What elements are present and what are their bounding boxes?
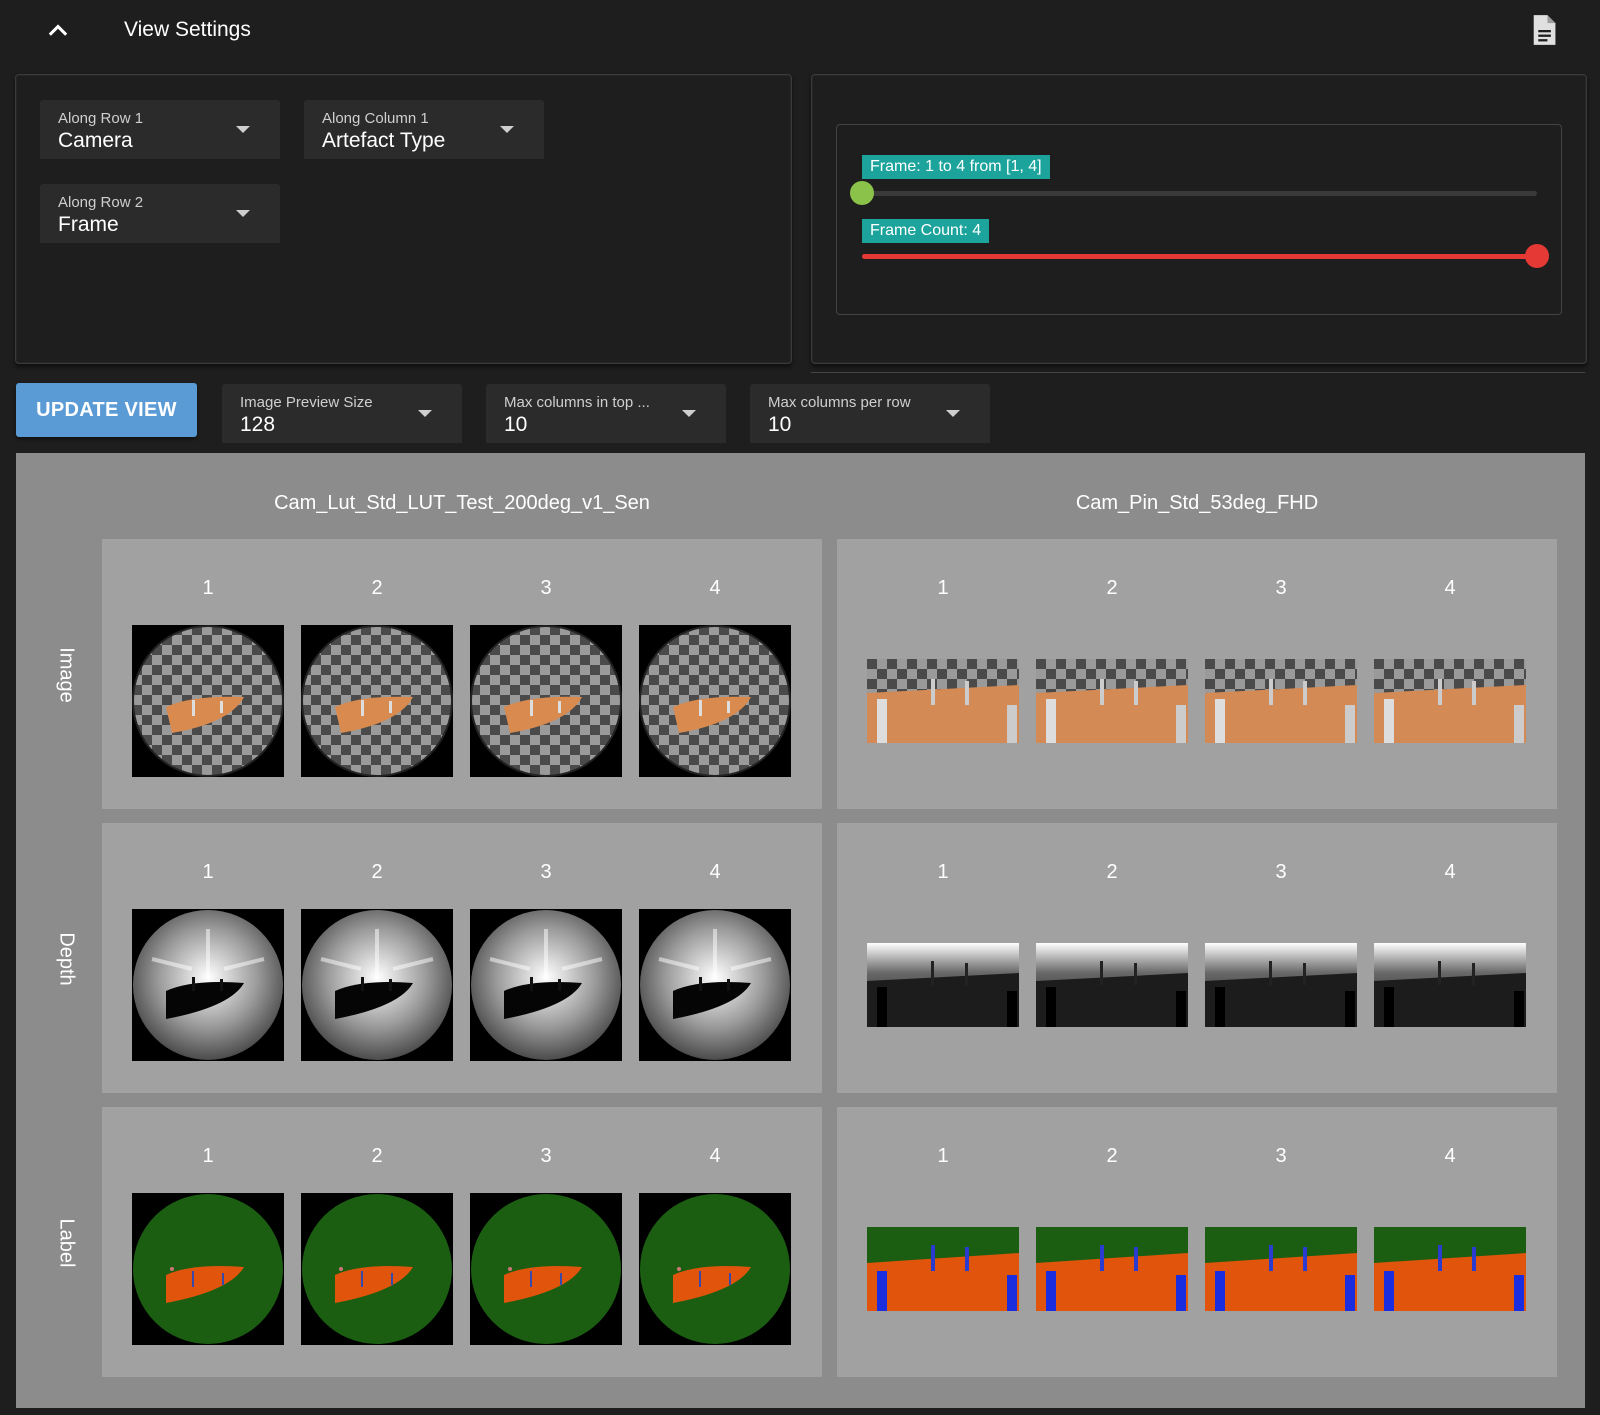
document-icon[interactable]: [1530, 14, 1558, 46]
select-label: Max columns in top ...: [504, 394, 650, 411]
frame-number: 3: [540, 861, 552, 883]
dropdown-arrow-icon: [418, 410, 432, 417]
image-thumbnail[interactable]: [639, 1193, 791, 1345]
frame-number: 3: [1275, 861, 1287, 883]
row-label: Image: [16, 539, 116, 811]
image-thumbnail[interactable]: [301, 1193, 453, 1345]
column-header: Cam_Lut_Std_LUT_Test_200deg_v1_Sen: [274, 492, 650, 514]
update-view-button[interactable]: UPDATE VIEW: [16, 383, 197, 437]
grid-cell: 1 2 3 4: [837, 1107, 1557, 1377]
frame-range-label: Frame: 1 to 4 from [1, 4]: [862, 155, 1050, 179]
frame-number: 1: [937, 861, 949, 883]
select-value: Artefact Type: [322, 129, 446, 152]
dropdown-arrow-icon: [682, 410, 696, 417]
select-label: Along Row 2: [58, 194, 144, 211]
frame-number: 3: [1275, 577, 1287, 599]
image-thumbnail[interactable]: [1205, 943, 1357, 1027]
image-thumbnail[interactable]: [470, 625, 622, 777]
max-columns-per-row-select[interactable]: Max columns per row 10: [750, 384, 990, 443]
frame-number: 4: [709, 577, 721, 599]
frame-number: 2: [1106, 577, 1118, 599]
frame-number: 2: [1106, 861, 1118, 883]
row-label-text: Image: [55, 647, 78, 703]
dropdown-arrow-icon: [236, 126, 250, 133]
frame-number: 3: [1275, 1145, 1287, 1167]
select-label: Along Row 1: [58, 110, 144, 127]
frame-number: 4: [709, 1145, 721, 1167]
page-title: View Settings: [124, 18, 251, 41]
dropdown-arrow-icon: [236, 210, 250, 217]
image-thumbnail[interactable]: [1205, 659, 1357, 743]
row-label: Depth: [16, 823, 116, 1095]
select-value: 10: [768, 413, 792, 436]
along-row-1-select[interactable]: Along Row 1 Camera: [40, 100, 280, 159]
select-label: Max columns per row: [768, 394, 911, 411]
image-thumbnail[interactable]: [639, 625, 791, 777]
image-thumbnail[interactable]: [1374, 659, 1526, 743]
along-column-1-select[interactable]: Along Column 1 Artefact Type: [304, 100, 544, 159]
image-thumbnail[interactable]: [867, 659, 1019, 743]
chevron-up-icon[interactable]: [44, 16, 72, 44]
image-thumbnail[interactable]: [1036, 659, 1188, 743]
frame-number: 3: [540, 1145, 552, 1167]
frame-number: 3: [540, 577, 552, 599]
image-thumbnail[interactable]: [1036, 943, 1188, 1027]
frame-number: 1: [202, 577, 214, 599]
image-thumbnail[interactable]: [867, 1227, 1019, 1311]
frame-number: 2: [371, 861, 383, 883]
frame-count-label: Frame Count: 4: [862, 219, 990, 243]
frame-number: 2: [371, 577, 383, 599]
image-thumbnail[interactable]: [1374, 943, 1526, 1027]
image-preview-size-select[interactable]: Image Preview Size 128: [222, 384, 462, 443]
frame-number: 1: [202, 1145, 214, 1167]
frame-number: 4: [709, 861, 721, 883]
max-columns-top-select[interactable]: Max columns in top ... 10: [486, 384, 726, 443]
column-header: Cam_Pin_Std_53deg_FHD: [1075, 492, 1319, 514]
divider: [811, 372, 1585, 373]
select-value: Camera: [58, 129, 133, 152]
frame-count-slider-handle[interactable]: [1525, 244, 1549, 268]
frame-count-slider-track[interactable]: [862, 254, 1537, 259]
frame-range-slider-handle[interactable]: [850, 181, 874, 205]
image-thumbnail[interactable]: [301, 625, 453, 777]
select-value: 10: [504, 413, 528, 436]
image-thumbnail[interactable]: [132, 625, 284, 777]
dropdown-arrow-icon: [946, 410, 960, 417]
grid-cell: 1 2 3 4: [102, 823, 822, 1093]
frame-number: 4: [1444, 1145, 1456, 1167]
grid-cell: 1 2 3 4: [837, 539, 1557, 809]
image-thumbnail[interactable]: [867, 943, 1019, 1027]
image-thumbnail[interactable]: [639, 909, 791, 1061]
frame-range-slider-track[interactable]: [862, 191, 1537, 196]
image-thumbnail[interactable]: [1036, 1227, 1188, 1311]
grid-cell: 1 2 3 4: [837, 823, 1557, 1093]
select-label: Along Column 1: [322, 110, 429, 127]
frame-number: 1: [937, 1145, 949, 1167]
along-row-2-select[interactable]: Along Row 2 Frame: [40, 184, 280, 243]
image-thumbnail[interactable]: [1374, 1227, 1526, 1311]
grid-cell: 1 2 3 4: [102, 539, 822, 809]
frame-number: 1: [937, 577, 949, 599]
image-thumbnail[interactable]: [470, 909, 622, 1061]
row-label-text: Depth: [55, 932, 78, 986]
image-thumbnail[interactable]: [132, 1193, 284, 1345]
row-label-text: Label: [55, 1218, 78, 1268]
frame-number: 4: [1444, 861, 1456, 883]
grid-cell: 1 2 3 4: [102, 1107, 822, 1377]
frame-number: 4: [1444, 577, 1456, 599]
row-label: Label: [16, 1107, 116, 1379]
frame-number: 2: [1106, 1145, 1118, 1167]
dropdown-arrow-icon: [500, 126, 514, 133]
select-label: Image Preview Size: [240, 394, 373, 411]
preview-grid: Cam_Lut_Std_LUT_Test_200deg_v1_Sen Cam_P…: [16, 453, 1585, 1408]
image-thumbnail[interactable]: [301, 909, 453, 1061]
frame-number: 1: [202, 861, 214, 883]
image-thumbnail[interactable]: [470, 1193, 622, 1345]
frame-number: 2: [371, 1145, 383, 1167]
image-thumbnail[interactable]: [1205, 1227, 1357, 1311]
select-value: 128: [240, 413, 276, 436]
select-value: Frame: [58, 213, 119, 236]
image-thumbnail[interactable]: [132, 909, 284, 1061]
